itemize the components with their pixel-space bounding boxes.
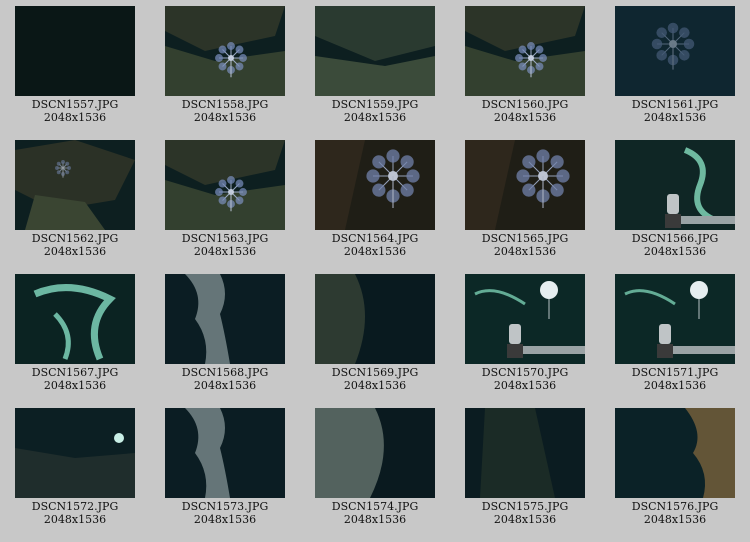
thumbnail-item[interactable]: DSCN1566.JPG 2048x1536 (615, 140, 735, 274)
thumbnail-filename: DSCN1576.JPG (631, 500, 719, 513)
thumbnail-image[interactable] (465, 6, 585, 96)
gallery-page: { "items": [ {"filename": "DSCN1557.JPG"… (0, 0, 750, 542)
thumbnail-image[interactable] (315, 274, 435, 364)
thumbnail-item[interactable]: DSCN1562.JPG 2048x1536 (15, 140, 135, 274)
thumbnail-item[interactable]: DSCN1560.JPG 2048x1536 (465, 6, 585, 140)
thumbnail-item[interactable]: DSCN1559.JPG 2048x1536 (315, 6, 435, 140)
thumbnail-filename: DSCN1564.JPG (331, 232, 419, 245)
thumbnail-item[interactable]: DSCN1557.JPG 2048x1536 (15, 6, 135, 140)
thumbnail-image[interactable] (165, 408, 285, 498)
thumbnail-item[interactable]: DSCN1568.JPG 2048x1536 (165, 274, 285, 408)
thumbnail-filename: DSCN1562.JPG (31, 232, 119, 245)
thumbnail-item[interactable]: DSCN1574.JPG 2048x1536 (315, 408, 435, 542)
thumbnail-image[interactable] (165, 140, 285, 230)
thumbnail-filename: DSCN1565.JPG (481, 232, 569, 245)
thumbnail-dimensions: 2048x1536 (493, 513, 557, 526)
thumbnail-image[interactable] (615, 274, 735, 364)
thumbnail-item[interactable]: DSCN1575.JPG 2048x1536 (465, 408, 585, 542)
thumbnail-dimensions: 2048x1536 (193, 245, 257, 258)
thumbnail-item[interactable]: DSCN1573.JPG 2048x1536 (165, 408, 285, 542)
thumbnail-filename: DSCN1569.JPG (331, 366, 419, 379)
thumbnail-item[interactable]: DSCN1567.JPG 2048x1536 (15, 274, 135, 408)
thumbnail-dimensions: 2048x1536 (193, 513, 257, 526)
thumbnail-item[interactable]: DSCN1565.JPG 2048x1536 (465, 140, 585, 274)
thumbnail-filename: DSCN1566.JPG (631, 232, 719, 245)
thumbnail-filename: DSCN1561.JPG (631, 98, 719, 111)
thumbnail-dimensions: 2048x1536 (193, 111, 257, 124)
thumbnail-dimensions: 2048x1536 (43, 245, 107, 258)
thumbnail-image[interactable] (315, 408, 435, 498)
thumbnail-grid: DSCN1557.JPG 2048x1536 DSCN1558.JPG 2048… (15, 6, 735, 536)
thumbnail-dimensions: 2048x1536 (43, 513, 107, 526)
thumbnail-dimensions: 2048x1536 (43, 111, 107, 124)
thumbnail-item[interactable]: DSCN1576.JPG 2048x1536 (615, 408, 735, 542)
thumbnail-dimensions: 2048x1536 (493, 245, 557, 258)
thumbnail-image[interactable] (465, 140, 585, 230)
thumbnail-image[interactable] (15, 6, 135, 96)
thumbnail-dimensions: 2048x1536 (343, 245, 407, 258)
thumbnail-filename: DSCN1573.JPG (181, 500, 269, 513)
thumbnail-image[interactable] (15, 408, 135, 498)
thumbnail-item[interactable]: DSCN1563.JPG 2048x1536 (165, 140, 285, 274)
thumbnail-dimensions: 2048x1536 (643, 111, 707, 124)
thumbnail-filename: DSCN1563.JPG (181, 232, 269, 245)
thumbnail-filename: DSCN1557.JPG (31, 98, 119, 111)
thumbnail-dimensions: 2048x1536 (643, 513, 707, 526)
thumbnail-filename: DSCN1570.JPG (481, 366, 569, 379)
thumbnail-item[interactable]: DSCN1570.JPG 2048x1536 (465, 274, 585, 408)
thumbnail-dimensions: 2048x1536 (643, 245, 707, 258)
thumbnail-filename: DSCN1558.JPG (181, 98, 269, 111)
thumbnail-item[interactable]: DSCN1569.JPG 2048x1536 (315, 274, 435, 408)
thumbnail-image[interactable] (465, 408, 585, 498)
thumbnail-image[interactable] (15, 140, 135, 230)
thumbnail-filename: DSCN1559.JPG (331, 98, 419, 111)
thumbnail-dimensions: 2048x1536 (643, 379, 707, 392)
thumbnail-dimensions: 2048x1536 (343, 111, 407, 124)
thumbnail-dimensions: 2048x1536 (193, 379, 257, 392)
thumbnail-item[interactable]: DSCN1561.JPG 2048x1536 (615, 6, 735, 140)
thumbnail-filename: DSCN1571.JPG (631, 366, 719, 379)
thumbnail-image[interactable] (315, 6, 435, 96)
thumbnail-item[interactable]: DSCN1564.JPG 2048x1536 (315, 140, 435, 274)
thumbnail-image[interactable] (615, 6, 735, 96)
thumbnail-image[interactable] (165, 6, 285, 96)
thumbnail-image[interactable] (15, 274, 135, 364)
thumbnail-image[interactable] (465, 274, 585, 364)
thumbnail-dimensions: 2048x1536 (493, 111, 557, 124)
thumbnail-image[interactable] (615, 140, 735, 230)
thumbnail-filename: DSCN1560.JPG (481, 98, 569, 111)
thumbnail-image[interactable] (615, 408, 735, 498)
thumbnail-image[interactable] (315, 140, 435, 230)
thumbnail-item[interactable]: DSCN1558.JPG 2048x1536 (165, 6, 285, 140)
thumbnail-filename: DSCN1567.JPG (31, 366, 119, 379)
thumbnail-dimensions: 2048x1536 (493, 379, 557, 392)
thumbnail-filename: DSCN1568.JPG (181, 366, 269, 379)
thumbnail-filename: DSCN1575.JPG (481, 500, 569, 513)
thumbnail-dimensions: 2048x1536 (343, 379, 407, 392)
thumbnail-dimensions: 2048x1536 (43, 379, 107, 392)
thumbnail-dimensions: 2048x1536 (343, 513, 407, 526)
thumbnail-item[interactable]: DSCN1571.JPG 2048x1536 (615, 274, 735, 408)
thumbnail-image[interactable] (165, 274, 285, 364)
thumbnail-item[interactable]: DSCN1572.JPG 2048x1536 (15, 408, 135, 542)
thumbnail-filename: DSCN1574.JPG (331, 500, 419, 513)
thumbnail-filename: DSCN1572.JPG (31, 500, 119, 513)
